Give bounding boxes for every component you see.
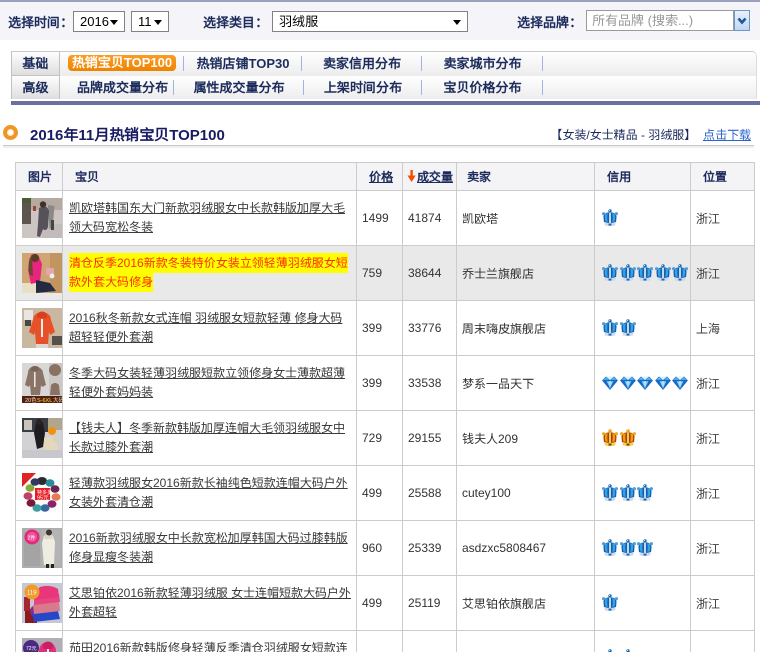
svg-text:72元: 72元	[26, 646, 37, 652]
svg-text:大码: 大码	[53, 396, 62, 403]
svg-text:2件: 2件	[28, 535, 36, 542]
svg-text:119: 119	[27, 591, 37, 597]
svg-text:95元: 95元	[37, 495, 49, 502]
svg-text:S-6XL: S-6XL	[37, 398, 52, 403]
svg-text:20色: 20色	[25, 396, 37, 403]
